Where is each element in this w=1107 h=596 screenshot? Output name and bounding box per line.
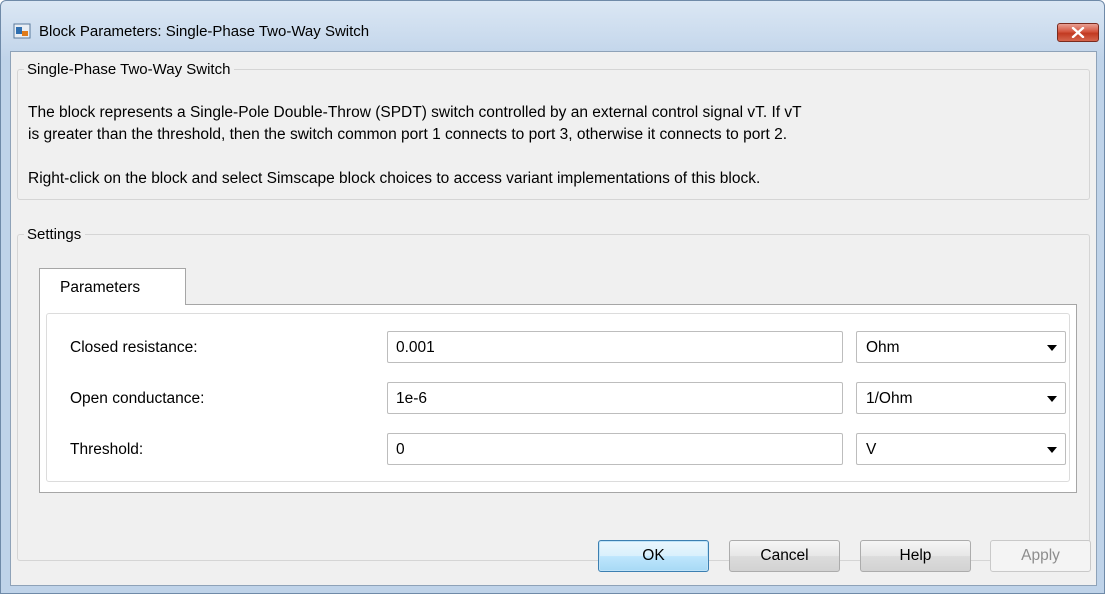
cancel-button[interactable]: Cancel xyxy=(729,540,840,572)
description-group: Single-Phase Two-Way Switch The block re… xyxy=(17,61,1090,200)
dialog-client-area: Single-Phase Two-Way Switch The block re… xyxy=(10,51,1097,586)
threshold-value: 0 xyxy=(396,441,405,458)
chevron-down-icon xyxy=(1047,447,1057,453)
open-conductance-unit: 1/Ohm xyxy=(866,390,913,407)
threshold-unit-select[interactable]: V xyxy=(856,433,1066,465)
closed-resistance-unit: Ohm xyxy=(866,339,900,356)
settings-group-title: Settings xyxy=(27,226,82,243)
dialog-window: Block Parameters: Single-Phase Two-Way S… xyxy=(0,0,1105,594)
closed-resistance-unit-select[interactable]: Ohm xyxy=(856,331,1066,363)
close-button[interactable] xyxy=(1057,23,1099,42)
apply-button[interactable]: Apply xyxy=(990,540,1091,572)
threshold-label: Threshold: xyxy=(70,441,144,458)
chevron-down-icon xyxy=(1047,396,1057,402)
chevron-down-icon xyxy=(1047,345,1057,351)
open-conductance-value: 1e-6 xyxy=(396,390,428,407)
open-conductance-label: Open conductance: xyxy=(70,390,205,407)
closed-resistance-value: 0.001 xyxy=(396,339,435,356)
tab-parameters[interactable]: Parameters xyxy=(39,268,186,305)
tab-parameters-label: Parameters xyxy=(60,279,141,296)
description-line-2: is greater than the threshold, then the … xyxy=(28,126,788,143)
title-bar[interactable]: Block Parameters: Single-Phase Two-Way S… xyxy=(1,1,1106,45)
open-conductance-unit-select[interactable]: 1/Ohm xyxy=(856,382,1066,414)
simulink-block-icon xyxy=(13,22,31,40)
threshold-input[interactable]: 0 xyxy=(387,433,843,465)
help-button[interactable]: Help xyxy=(860,540,971,572)
parameters-panel: Closed resistance: 0.001 Ohm Open conduc… xyxy=(39,304,1077,493)
parameters-table: Closed resistance: 0.001 Ohm Open conduc… xyxy=(46,313,1070,482)
description-line-1: The block represents a Single-Pole Doubl… xyxy=(28,104,802,121)
description-line-3: Right-click on the block and select Sims… xyxy=(28,170,761,187)
closed-resistance-label: Closed resistance: xyxy=(70,339,198,356)
ok-button[interactable]: OK xyxy=(598,540,709,572)
threshold-unit: V xyxy=(866,441,877,458)
open-conductance-input[interactable]: 1e-6 xyxy=(387,382,843,414)
window-title: Block Parameters: Single-Phase Two-Way S… xyxy=(39,23,370,40)
close-icon xyxy=(1071,27,1085,38)
closed-resistance-input[interactable]: 0.001 xyxy=(387,331,843,363)
description-group-title: Single-Phase Two-Way Switch xyxy=(27,61,231,78)
